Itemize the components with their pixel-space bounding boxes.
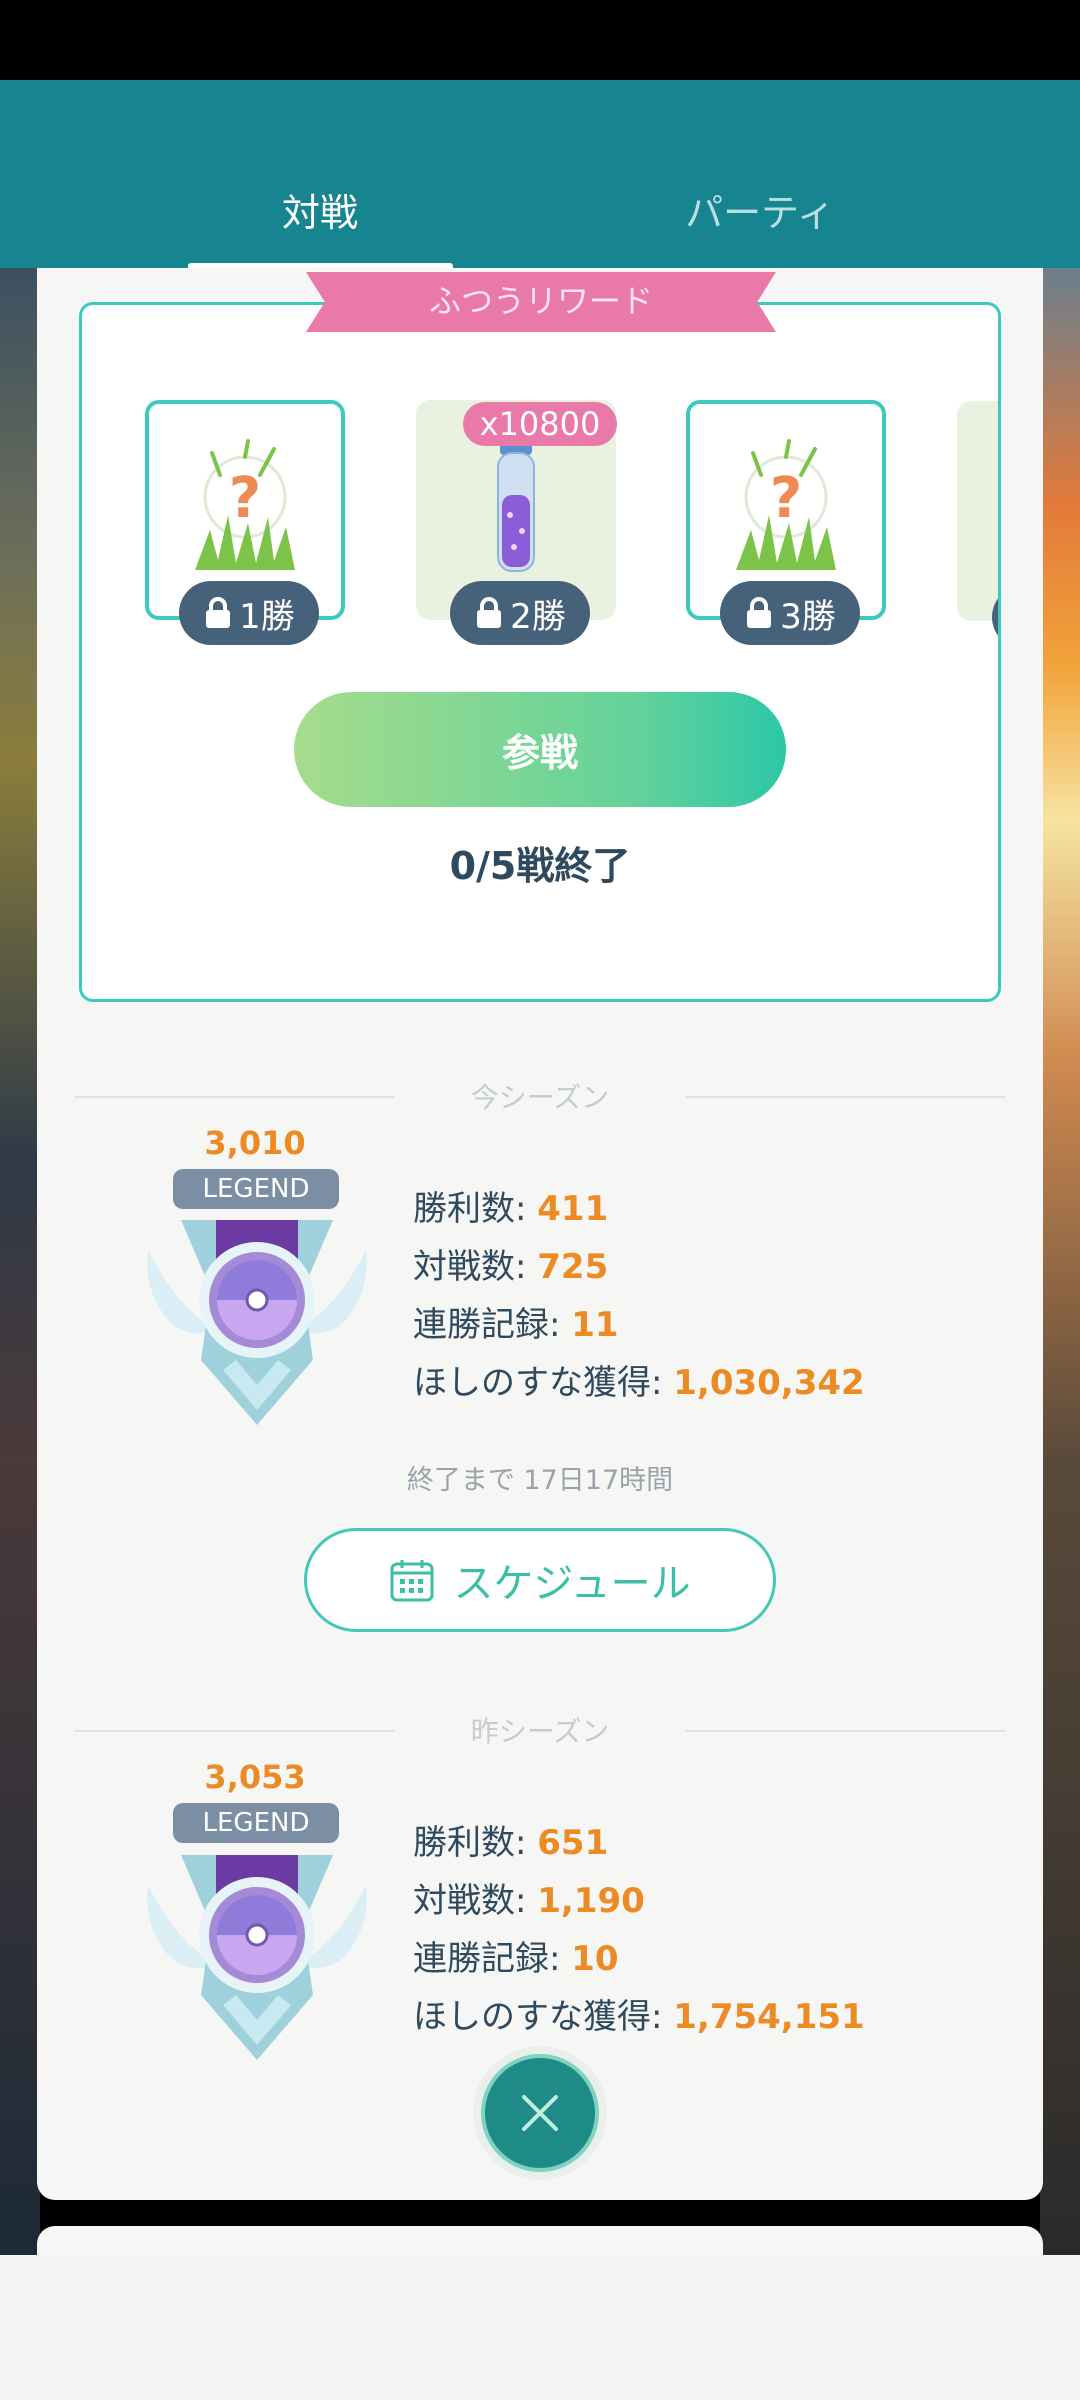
legend-medal-icon	[147, 1855, 367, 2060]
stat-value: 651	[537, 1823, 609, 1863]
reward-count-badge: x10800	[463, 402, 617, 446]
system-nav-bar	[0, 2255, 1080, 2400]
stat-value: 11	[571, 1305, 619, 1345]
lock-badge: 1勝	[179, 581, 319, 645]
reward-item-3[interactable]: ? 3勝	[686, 400, 886, 645]
stat-value: 1,754,151	[673, 1997, 865, 2037]
background-left	[0, 265, 40, 2255]
stat-label: 勝利数:	[413, 1823, 538, 1863]
divider	[685, 1730, 1005, 1732]
schedule-label: スケジュール	[453, 1561, 691, 1607]
previous-season-rank: LEGEND	[173, 1803, 339, 1843]
stat-label: 連勝記録:	[413, 1939, 572, 1979]
lock-badge: 2勝	[450, 581, 590, 645]
reward-item-4-partial	[957, 401, 998, 621]
stat-value: 411	[537, 1189, 609, 1229]
stat-label: ほしのすな獲得:	[413, 1997, 674, 2037]
stat-value: 1,190	[537, 1881, 645, 1921]
stat-win-streak: 連勝記録: 11	[413, 1296, 865, 1354]
close-icon	[522, 2095, 558, 2131]
current-season-rating: 3,010	[204, 1124, 306, 1162]
lock-label: 1勝	[239, 596, 295, 637]
stat-value: 10	[571, 1939, 619, 1979]
stat-stardust-earned: ほしのすな獲得: 1,030,342	[413, 1354, 865, 1412]
divider	[685, 1096, 1005, 1098]
current-season-header: 今シーズン	[75, 1076, 1005, 1116]
stat-label: 対戦数:	[413, 1881, 538, 1921]
stat-value: 725	[537, 1247, 609, 1287]
background-right	[1040, 265, 1080, 2255]
close-button-inner	[481, 2054, 599, 2172]
mystery-encounter-icon: ?	[195, 439, 295, 570]
divider	[75, 1730, 395, 1732]
stat-win-streak: 連勝記録: 10	[413, 1930, 865, 1988]
svg-text:?: ?	[770, 466, 802, 531]
current-season-stats: 勝利数: 411 対戦数: 725 連勝記録: 11 ほしのすな獲得: 1,03…	[413, 1180, 865, 1412]
close-button[interactable]	[473, 2046, 607, 2180]
stat-battles: 対戦数: 1,190	[413, 1872, 865, 1930]
current-season-rank: LEGEND	[173, 1169, 339, 1209]
svg-text:?: ?	[229, 466, 261, 531]
lock-icon	[747, 597, 772, 628]
stardust-icon	[497, 443, 535, 572]
stat-label: 対戦数:	[413, 1247, 538, 1287]
previous-season-stats: 勝利数: 651 対戦数: 1,190 連勝記録: 10 ほしのすな獲得: 1,…	[413, 1814, 865, 2046]
join-battle-button[interactable]: 参戦	[294, 692, 786, 807]
header	[0, 80, 1080, 268]
mystery-encounter-icon: ?	[736, 439, 836, 570]
stat-label: ほしのすな獲得:	[413, 1363, 674, 1403]
previous-season-rating: 3,053	[204, 1758, 306, 1796]
reward-ribbon: ふつうリワード	[306, 272, 776, 332]
lock-icon	[477, 597, 502, 628]
tab-battle[interactable]: 対戦	[190, 182, 450, 242]
stat-value: 1,030,342	[673, 1363, 865, 1403]
stat-wins: 勝利数: 651	[413, 1814, 865, 1872]
tab-party[interactable]: パーティ	[630, 182, 890, 242]
legend-medal-icon	[147, 1220, 367, 1425]
lock-label: 2勝	[510, 596, 566, 637]
stat-label: 連勝記録:	[413, 1305, 572, 1345]
stat-battles: 対戦数: 725	[413, 1238, 865, 1296]
reward-item-1[interactable]: ? 1勝	[145, 400, 345, 645]
lock-badge: 3勝	[720, 581, 860, 645]
lock-icon	[206, 597, 231, 628]
battle-progress: 0/5戦終了	[449, 844, 631, 888]
previous-season-title: 昨シーズン	[470, 1715, 610, 1748]
status-bar	[0, 0, 1080, 80]
stat-wins: 勝利数: 411	[413, 1180, 865, 1238]
previous-season-header: 昨シーズン	[75, 1710, 1005, 1750]
current-season-title: 今シーズン	[470, 1081, 610, 1114]
stat-stardust-earned: ほしのすな獲得: 1,754,151	[413, 1988, 865, 2046]
stat-label: 勝利数:	[413, 1189, 538, 1229]
schedule-button[interactable]: スケジュール	[304, 1528, 776, 1632]
lock-label: 3勝	[780, 596, 836, 637]
season-ends-in: 終了まで 17日17時間	[406, 1465, 674, 1496]
calendar-icon	[390, 1560, 434, 1602]
divider	[75, 1096, 395, 1098]
